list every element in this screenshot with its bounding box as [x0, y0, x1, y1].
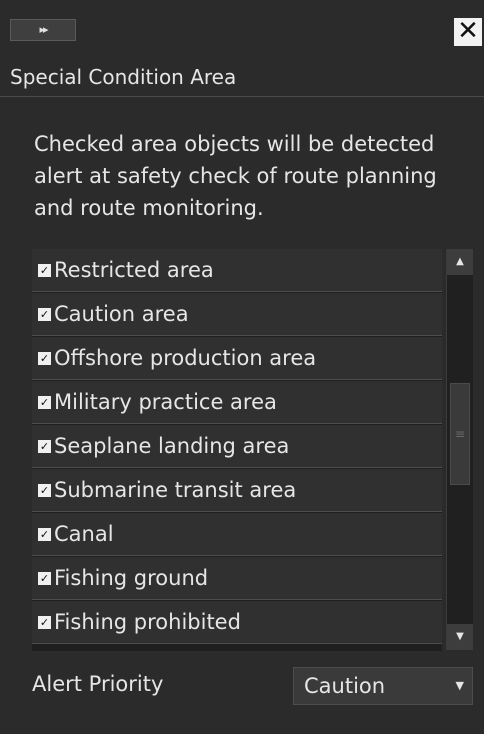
- checkbox-icon[interactable]: ✓: [38, 263, 51, 277]
- list-item-label: Fishing ground: [54, 566, 209, 590]
- list-item-label: Fishing prohibited: [54, 610, 241, 634]
- list-item[interactable]: ✓ Offshore production area: [32, 337, 442, 380]
- double-chevron-right-icon: ▸▸: [39, 23, 48, 36]
- list-item-label: Canal: [54, 522, 114, 546]
- scroll-up-button[interactable]: ▲: [447, 249, 473, 275]
- list-item[interactable]: ✓ Caution area: [32, 293, 442, 336]
- checkbox-icon[interactable]: ✓: [38, 483, 51, 497]
- checkbox-icon[interactable]: ✓: [38, 307, 51, 321]
- grip-icon: ≡: [454, 427, 466, 441]
- list-item[interactable]: ✓ Military practice area: [32, 381, 442, 424]
- panel-header: Special Condition Area: [0, 52, 484, 97]
- triangle-up-icon: ▲: [456, 256, 464, 267]
- checkbox-icon[interactable]: ✓: [38, 615, 51, 629]
- list-item-label: Restricted area: [54, 258, 214, 282]
- panel-title: Special Condition Area: [10, 65, 237, 89]
- area-list: ✓ Restricted area ✓ Caution area ✓ Offsh…: [32, 249, 442, 651]
- list-item-label: Submarine transit area: [54, 478, 297, 502]
- dropdown-value: Caution: [304, 674, 386, 698]
- list-item[interactable]: ✓ Fishing ground: [32, 557, 442, 600]
- list-item[interactable]: ✓ Restricted area: [32, 249, 442, 292]
- scroll-thumb[interactable]: ≡: [450, 383, 470, 485]
- checkbox-icon[interactable]: ✓: [38, 439, 51, 453]
- list-scrollbar[interactable]: ▲ ≡ ▼: [446, 249, 473, 650]
- title-bar: ▸▸ ✕: [0, 0, 484, 46]
- list-item[interactable]: ✓ Fishing prohibited: [32, 601, 442, 644]
- close-icon: ✕: [457, 16, 479, 46]
- scroll-down-button[interactable]: ▼: [447, 624, 473, 650]
- list-item-label: Offshore production area: [54, 346, 317, 370]
- list-item[interactable]: ✓ Seaplane landing area: [32, 425, 442, 468]
- alert-priority-label: Alert Priority: [32, 672, 164, 696]
- checkbox-icon[interactable]: ✓: [38, 351, 51, 365]
- list-item-label: Caution area: [54, 302, 189, 326]
- list-item-label: Military practice area: [54, 390, 277, 414]
- list-item[interactable]: ✓ Submarine transit area: [32, 469, 442, 512]
- chevron-down-icon: ▼: [455, 679, 464, 692]
- triangle-down-icon: ▼: [456, 631, 464, 642]
- close-button[interactable]: ✕: [454, 18, 482, 46]
- panel-description: Checked area objects will be detected al…: [34, 132, 437, 220]
- alert-priority-dropdown[interactable]: Caution ▼: [293, 667, 473, 705]
- expand-button[interactable]: ▸▸: [10, 19, 76, 41]
- checkbox-icon[interactable]: ✓: [38, 395, 51, 409]
- list-item[interactable]: ✓ Canal: [32, 513, 442, 556]
- checkbox-icon[interactable]: ✓: [38, 527, 51, 541]
- checkbox-icon[interactable]: ✓: [38, 571, 51, 585]
- list-item-label: Seaplane landing area: [54, 434, 290, 458]
